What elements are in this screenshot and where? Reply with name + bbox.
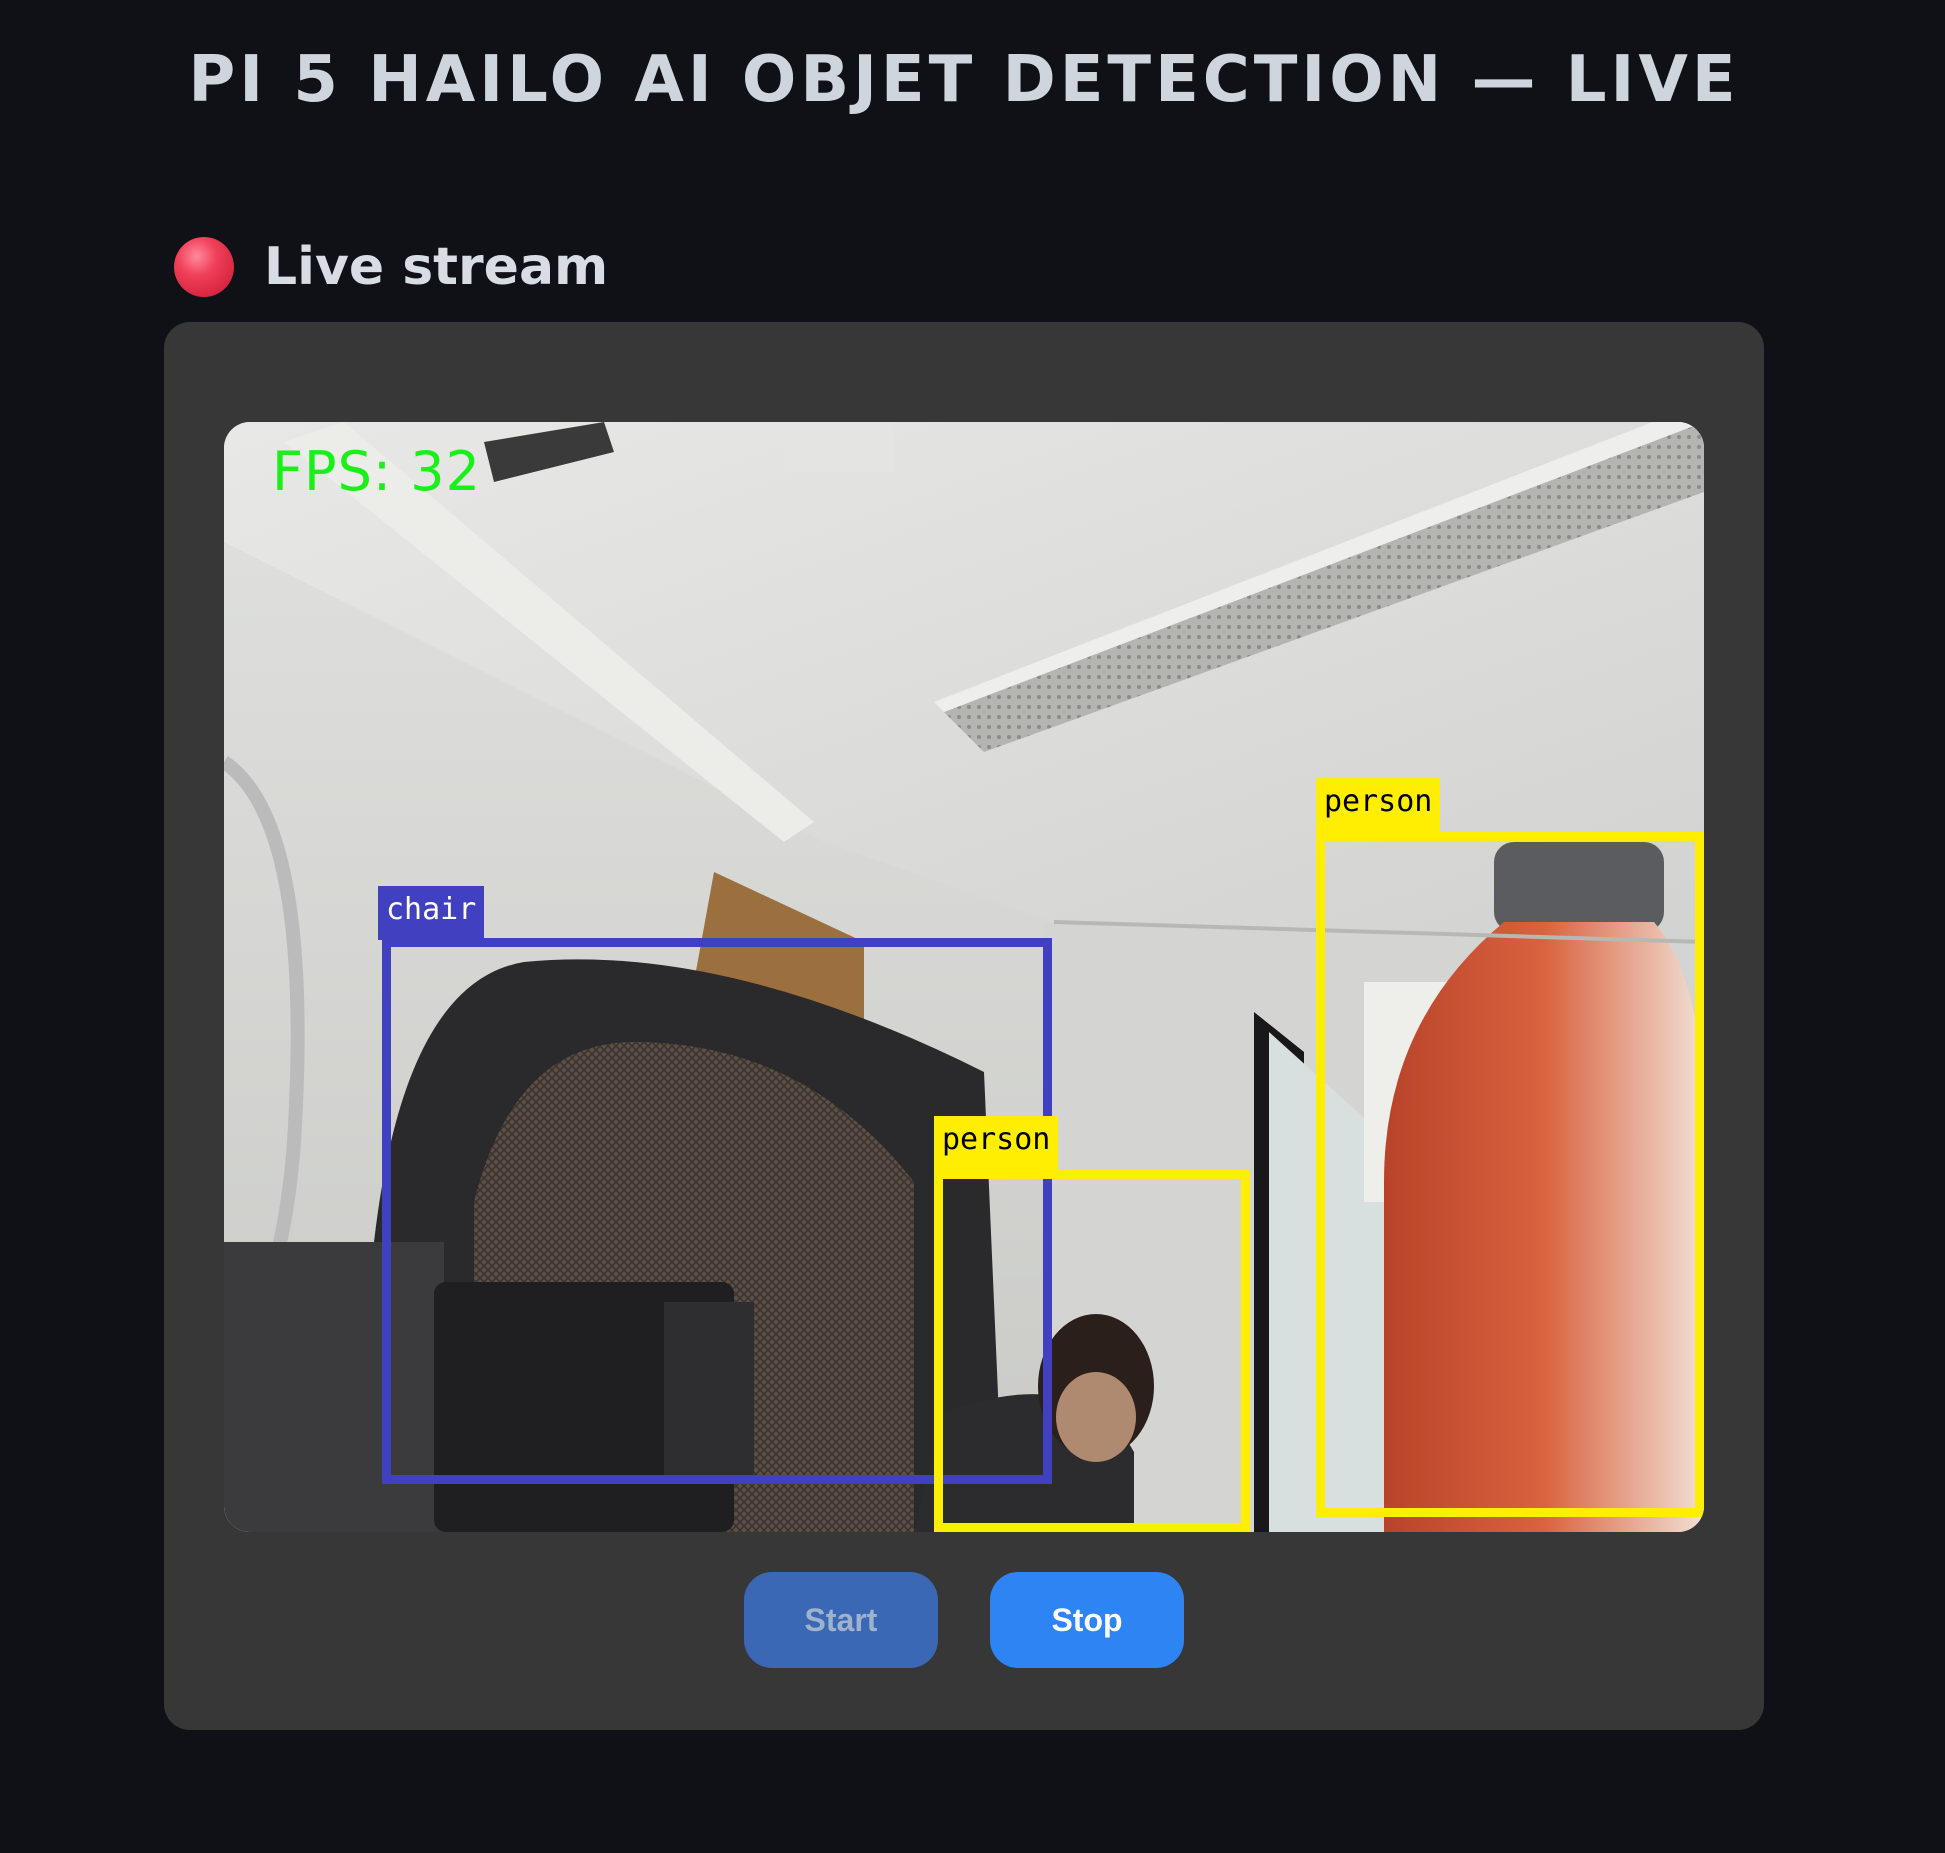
section-title: Live stream: [264, 237, 609, 297]
stream-header: Live stream: [174, 232, 608, 302]
detection-box-person: [1316, 832, 1704, 1517]
stream-panel: FPS: 32 chair person person Start Stop: [164, 322, 1764, 1730]
video-stream: FPS: 32 chair person person: [224, 422, 1704, 1532]
stop-button[interactable]: Stop: [990, 1572, 1184, 1668]
fps-counter: FPS: 32: [272, 440, 481, 503]
stream-controls: Start Stop: [164, 1572, 1764, 1668]
live-indicator-icon: [174, 237, 234, 297]
start-button[interactable]: Start: [744, 1572, 938, 1668]
detection-box-person: [934, 1170, 1250, 1532]
page-title: PI 5 HAILO AI OBJET DETECTION — LIVE: [188, 43, 1740, 117]
detection-label-person: person: [1316, 778, 1441, 832]
detection-label-chair: chair: [378, 886, 485, 940]
detection-label-person: person: [934, 1116, 1059, 1170]
